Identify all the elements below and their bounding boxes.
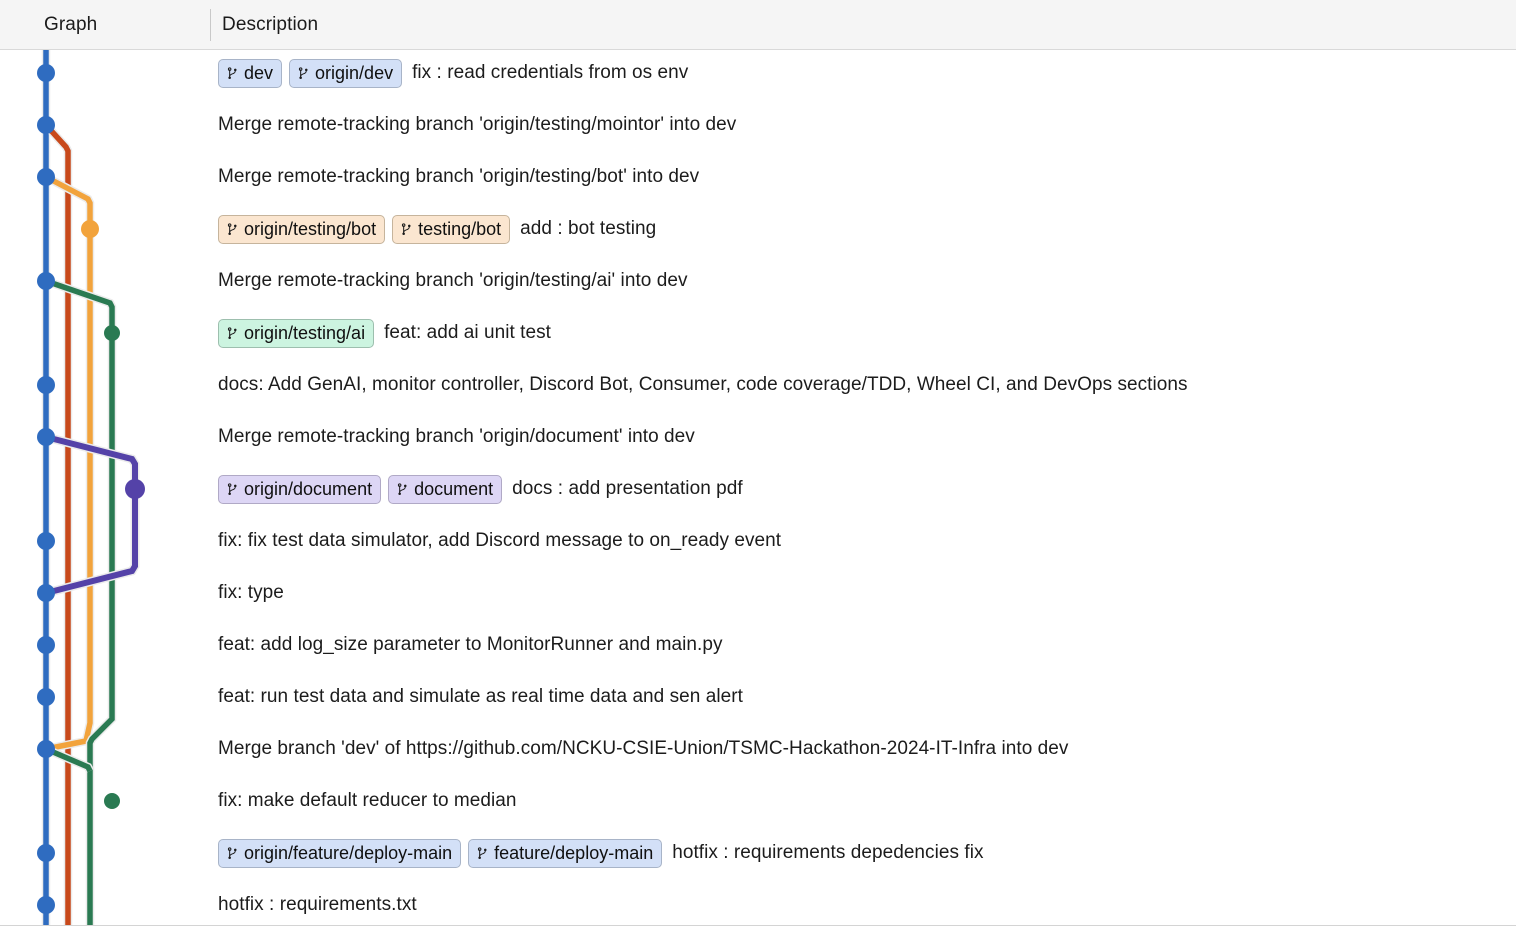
commit-row[interactable]: Merge remote-tracking branch 'origin/tes… bbox=[210, 151, 1516, 203]
commit-node[interactable] bbox=[37, 64, 55, 82]
edge-ai-green bbox=[45, 278, 115, 925]
git-log-graph-panel: Graph Description dev origin/dev fix : rea… bbox=[0, 0, 1516, 926]
commit-message: feat: run test data and simulate as real… bbox=[218, 686, 743, 707]
commit-graph bbox=[37, 50, 145, 925]
branch-icon bbox=[227, 482, 237, 495]
commit-row[interactable]: hotfix : requirements.txt bbox=[210, 879, 1516, 925]
commit-message: Merge remote-tracking branch 'origin/tes… bbox=[218, 114, 737, 135]
commit-message: add : bot testing bbox=[520, 218, 657, 239]
commit-node[interactable] bbox=[37, 844, 55, 862]
commit-row[interactable]: fix: fix test data simulator, add Discor… bbox=[210, 515, 1516, 567]
commit-node[interactable] bbox=[37, 272, 55, 290]
commit-node[interactable] bbox=[125, 479, 145, 499]
commit-message: Merge remote-tracking branch 'origin/tes… bbox=[218, 166, 700, 187]
branch-chip-label: origin/testing/bot bbox=[244, 218, 377, 239]
commit-node[interactable] bbox=[104, 793, 120, 809]
commit-node[interactable] bbox=[104, 325, 120, 341]
branch-icon bbox=[227, 222, 237, 235]
commit-node[interactable] bbox=[37, 532, 55, 550]
branch-icon bbox=[397, 482, 407, 495]
commit-node[interactable] bbox=[37, 636, 55, 654]
branch-icon bbox=[401, 222, 411, 235]
commit-node[interactable] bbox=[37, 116, 55, 134]
branch-chip[interactable]: origin/feature/deploy-main bbox=[218, 838, 462, 868]
branch-chip[interactable]: feature/deploy-main bbox=[468, 838, 663, 868]
branch-chip-label: testing/bot bbox=[418, 218, 502, 239]
commit-row[interactable]: docs: Add GenAI, monitor controller, Dis… bbox=[210, 359, 1516, 411]
commit-message: Merge remote-tracking branch 'origin/tes… bbox=[218, 270, 688, 291]
commit-message: feat: add log_size parameter to MonitorR… bbox=[218, 634, 723, 655]
branch-chip-label: origin/feature/deploy-main bbox=[244, 842, 453, 863]
commit-node[interactable] bbox=[37, 896, 55, 914]
branch-chip-label: origin/document bbox=[244, 478, 373, 499]
branch-chip[interactable]: testing/bot bbox=[392, 214, 511, 244]
commit-message: fix: fix test data simulator, add Discor… bbox=[218, 530, 782, 551]
commit-row[interactable]: feat: run test data and simulate as real… bbox=[210, 671, 1516, 723]
branch-chip-label: dev bbox=[244, 62, 274, 83]
branch-label-group: dev origin/dev bbox=[218, 58, 403, 88]
commit-row[interactable]: Merge branch 'dev' of https://github.com… bbox=[210, 723, 1516, 775]
branch-icon bbox=[227, 66, 237, 79]
commit-row[interactable]: fix: type bbox=[210, 567, 1516, 619]
branch-label-group: origin/feature/deploy-main feature/deploy… bbox=[218, 838, 663, 868]
commit-row[interactable]: origin/feature/deploy-main feature/deploy… bbox=[210, 827, 1516, 879]
branch-label-group: origin/document document bbox=[218, 474, 503, 504]
commit-message: hotfix : requirements depedencies fix bbox=[672, 842, 984, 863]
branch-chip-label: origin/dev bbox=[315, 62, 394, 83]
commit-message: hotfix : requirements.txt bbox=[218, 894, 417, 915]
branch-icon bbox=[227, 326, 237, 339]
table-header: Graph Description bbox=[0, 0, 1516, 50]
commit-row[interactable]: feat: add log_size parameter to MonitorR… bbox=[210, 619, 1516, 671]
branch-label-group: origin/testing/ai bbox=[218, 318, 375, 348]
commit-node[interactable] bbox=[37, 428, 55, 446]
branch-icon bbox=[298, 66, 308, 79]
branch-chip[interactable]: origin/testing/ai bbox=[218, 318, 375, 348]
edge-ai-green-halo bbox=[44, 276, 117, 925]
commit-message: feat: add ai unit test bbox=[384, 322, 552, 343]
branch-chip[interactable]: origin/dev bbox=[289, 58, 403, 88]
commit-row[interactable]: origin/document document docs : add presen… bbox=[210, 463, 1516, 515]
branch-chip-label: feature/deploy-main bbox=[494, 842, 654, 863]
commit-node[interactable] bbox=[37, 168, 55, 186]
commit-row[interactable]: Merge remote-tracking branch 'origin/tes… bbox=[210, 255, 1516, 307]
commit-row[interactable]: dev origin/dev fix : read credentials from… bbox=[210, 47, 1516, 99]
commit-row[interactable]: Merge remote-tracking branch 'origin/doc… bbox=[210, 411, 1516, 463]
branch-chip-label: origin/testing/ai bbox=[244, 322, 366, 343]
branch-chip[interactable]: origin/testing/bot bbox=[218, 214, 386, 244]
commit-node[interactable] bbox=[37, 688, 55, 706]
branch-chip[interactable]: document bbox=[388, 474, 503, 504]
commit-message: fix : read credentials from os env bbox=[412, 62, 689, 83]
commit-node[interactable] bbox=[37, 584, 55, 602]
commit-list: dev origin/dev fix : read credentials from… bbox=[0, 47, 1516, 925]
branch-chip[interactable]: dev bbox=[218, 58, 283, 88]
commit-node[interactable] bbox=[37, 376, 55, 394]
column-divider[interactable] bbox=[210, 9, 211, 41]
commit-message: fix: type bbox=[218, 582, 284, 603]
commit-message: docs : add presentation pdf bbox=[512, 478, 743, 499]
branch-chip[interactable]: origin/document bbox=[218, 474, 382, 504]
commit-node[interactable] bbox=[81, 220, 99, 238]
branch-chip-label: document bbox=[414, 478, 494, 499]
commit-row[interactable]: fix: make default reducer to median bbox=[210, 775, 1516, 827]
column-header-graph[interactable]: Graph bbox=[44, 0, 97, 49]
column-header-description[interactable]: Description bbox=[222, 0, 318, 49]
commit-message: Merge remote-tracking branch 'origin/doc… bbox=[218, 426, 695, 447]
commit-message: fix: make default reducer to median bbox=[218, 790, 517, 811]
commit-message: Merge branch 'dev' of https://github.com… bbox=[218, 738, 1069, 759]
commit-row[interactable]: Merge remote-tracking branch 'origin/tes… bbox=[210, 99, 1516, 151]
branch-label-group: origin/testing/bot testing/bot bbox=[218, 214, 511, 244]
commit-row[interactable]: origin/testing/bot testing/bot add : bot t… bbox=[210, 203, 1516, 255]
branch-icon bbox=[227, 846, 237, 859]
commit-node[interactable] bbox=[37, 740, 55, 758]
commit-row[interactable]: origin/testing/ai feat: add ai unit test bbox=[210, 307, 1516, 359]
commit-message: docs: Add GenAI, monitor controller, Dis… bbox=[218, 374, 1188, 395]
branch-icon bbox=[478, 846, 487, 859]
